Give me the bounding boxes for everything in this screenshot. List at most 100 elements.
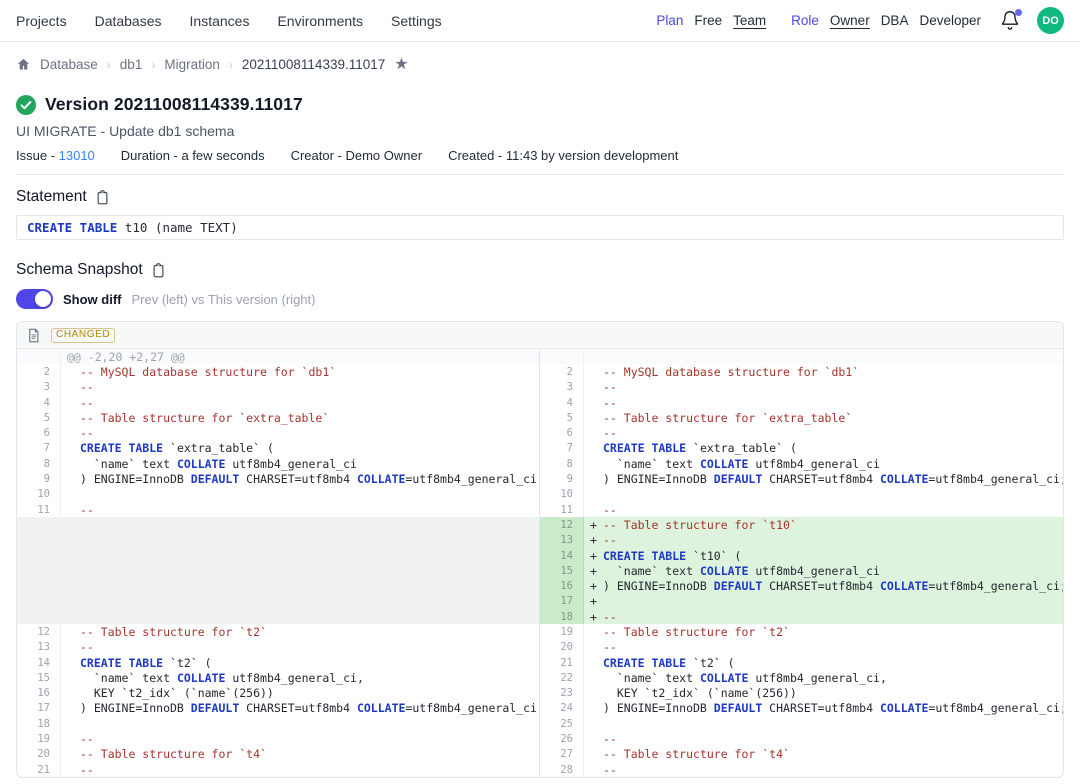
diff-row: 10 (540, 487, 1063, 502)
issue-link[interactable]: 13010 (59, 148, 95, 163)
code-line: -- (584, 395, 1063, 410)
nav-link-owner[interactable]: Owner (830, 13, 870, 28)
diff-row: 21CREATE TABLE `t2` ( (540, 655, 1063, 670)
line-number: 14 (540, 548, 584, 563)
code-line (584, 487, 1063, 502)
code-line: CREATE TABLE `extra_table` ( (61, 441, 539, 456)
show-diff-toggle[interactable] (16, 289, 53, 309)
code-line: -- Table structure for `extra_table` (61, 410, 539, 425)
nav-link-dba[interactable]: DBA (881, 13, 909, 28)
code-line: -- MySQL database structure for `db1` (61, 364, 539, 379)
code-line (61, 578, 539, 593)
code-line: -- (61, 425, 539, 440)
success-check-icon (16, 95, 36, 115)
nav-link-plan[interactable]: Plan (656, 13, 683, 28)
line-number: 28 (540, 762, 584, 777)
line-number (540, 349, 584, 364)
line-number (17, 533, 61, 548)
nav-item-settings[interactable]: Settings (391, 13, 442, 29)
copy-snapshot-icon[interactable] (151, 263, 166, 278)
diff-row: 8 `name` text COLLATE utf8mb4_general_ci (540, 456, 1063, 471)
diff-row: 4-- (540, 395, 1063, 410)
statement-code[interactable]: CREATE TABLE t10 (name TEXT) (16, 215, 1064, 240)
code-line: ) ENGINE=InnoDB DEFAULT CHARSET=utf8mb4 … (584, 471, 1063, 486)
diff-row: 7CREATE TABLE `extra_table` ( (17, 441, 539, 456)
line-number: 13 (540, 533, 584, 548)
avatar[interactable]: DO (1037, 7, 1064, 34)
nav-link-role[interactable]: Role (791, 13, 819, 28)
code-line (61, 548, 539, 563)
diff-row: 3-- (17, 380, 539, 395)
code-line (584, 349, 1063, 364)
nav-link-free[interactable]: Free (694, 13, 722, 28)
nav-link-team[interactable]: Team (733, 13, 766, 28)
diff-row: 19-- Table structure for `t2` (540, 624, 1063, 639)
line-number: 9 (17, 471, 61, 486)
code-line: +) ENGINE=InnoDB DEFAULT CHARSET=utf8mb4… (584, 578, 1063, 593)
line-number: 24 (540, 701, 584, 716)
diff-row (17, 578, 539, 593)
diff-row: 25 (540, 716, 1063, 731)
breadcrumb-item[interactable]: db1 (120, 57, 143, 72)
line-number: 6 (17, 425, 61, 440)
diff-row (17, 517, 539, 532)
diff-row (17, 548, 539, 563)
meta-item: Duration - a few seconds (121, 148, 265, 163)
breadcrumb-item[interactable]: Migration (164, 57, 220, 72)
diff-row: 13-- (17, 640, 539, 655)
nav-link-developer[interactable]: Developer (919, 13, 981, 28)
diff-row: 9) ENGINE=InnoDB DEFAULT CHARSET=utf8mb4… (17, 471, 539, 486)
diff-row: 16 KEY `t2_idx` (`name`(256)) (17, 686, 539, 701)
version-title-row: Version 20211008114339.11017 (16, 94, 1064, 115)
line-number: 11 (17, 502, 61, 517)
diff-row: 28-- (540, 762, 1063, 777)
line-number: 19 (17, 731, 61, 746)
home-icon[interactable] (16, 57, 31, 72)
nav-item-environments[interactable]: Environments (277, 13, 363, 29)
copy-statement-icon[interactable] (95, 190, 110, 205)
nav-item-instances[interactable]: Instances (190, 13, 250, 29)
line-number: 17 (17, 701, 61, 716)
line-number: 8 (540, 456, 584, 471)
line-number: 21 (17, 762, 61, 777)
breadcrumb-item[interactable]: Database (40, 57, 98, 72)
line-number: 6 (540, 425, 584, 440)
diff-row (17, 563, 539, 578)
line-number: 22 (540, 670, 584, 685)
code-line: + (584, 594, 1063, 609)
line-number: 4 (540, 395, 584, 410)
breadcrumb-item[interactable]: 20211008114339.11017 (242, 57, 385, 72)
diff-row: 5-- Table structure for `extra_table` (540, 410, 1063, 425)
diff-pane-current[interactable]: 2-- MySQL database structure for `db1`3-… (540, 349, 1063, 777)
code-line: @@ -2,20 +2,27 @@ (61, 349, 539, 364)
nav-item-databases[interactable]: Databases (95, 13, 162, 29)
code-line: ) ENGINE=InnoDB DEFAULT CHARSET=utf8mb4 … (61, 701, 539, 716)
diff-row: 26-- (540, 731, 1063, 746)
diff-row: 6-- (17, 425, 539, 440)
line-number: 11 (540, 502, 584, 517)
show-diff-label: Show diff (63, 292, 122, 307)
diff-row: 14CREATE TABLE `t2` ( (17, 655, 539, 670)
line-number: 14 (17, 655, 61, 670)
diff-row: @@ -2,20 +2,27 @@ (17, 349, 539, 364)
diff-row: 19-- (17, 731, 539, 746)
line-number: 16 (540, 578, 584, 593)
diff-row: 11-- (17, 502, 539, 517)
code-line: -- (584, 380, 1063, 395)
notification-bell-icon[interactable] (1000, 10, 1022, 32)
line-number: 3 (17, 380, 61, 395)
line-number: 19 (540, 624, 584, 639)
star-icon[interactable]: ★ (394, 57, 408, 73)
diff-row: 23 KEY `t2_idx` (`name`(256)) (540, 686, 1063, 701)
notification-dot (1015, 9, 1022, 16)
breadcrumb-items: Database›db1›Migration›20211008114339.11… (40, 57, 385, 72)
line-number: 5 (17, 410, 61, 425)
diff-row: 27-- Table structure for `t4` (540, 747, 1063, 762)
nav-item-projects[interactable]: Projects (16, 13, 67, 29)
diff-row: 12-- Table structure for `t2` (17, 624, 539, 639)
code-line: -- MySQL database structure for `db1` (584, 364, 1063, 379)
code-line (61, 594, 539, 609)
migration-subtitle: UI MIGRATE - Update db1 schema (16, 123, 1064, 139)
code-line: -- (61, 502, 539, 517)
diff-pane-previous[interactable]: @@ -2,20 +2,27 @@2-- MySQL database stru… (17, 349, 540, 777)
